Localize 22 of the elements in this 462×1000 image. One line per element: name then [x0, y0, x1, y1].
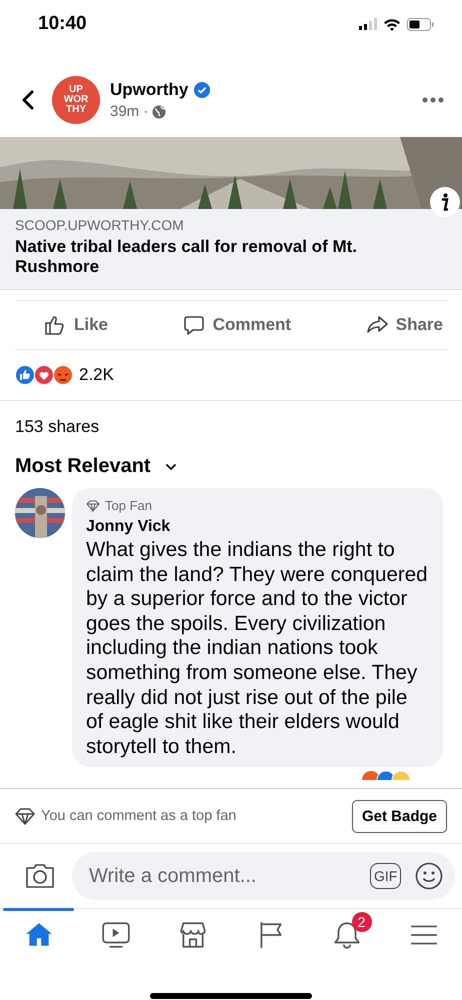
reaction-count[interactable]: 2.2K — [79, 365, 114, 385]
link-preview-card[interactable]: SCOOP.UPWORTHY.COM Native tribal leaders call for removal of Mt. Rushmore — [0, 209, 462, 290]
status-time: 10:40 — [38, 13, 87, 35]
separator-dot: · — [143, 103, 148, 120]
gif-button[interactable]: GIF — [370, 863, 402, 889]
like-button[interactable]: Like — [40, 310, 112, 340]
get-badge-button[interactable]: Get Badge — [352, 800, 447, 832]
sort-dropdown[interactable]: Most Relevant — [0, 455, 192, 478]
comment-text: What gives the indians the right to claim the land? They were conquered by a superior force and to the victor goes the spoils. Every civilization including the indian nations took something from someone else. They really did not just rise out of the pile of eagle shit like their elders would storytell to them. — [86, 538, 428, 760]
share-button[interactable]: Share — [362, 310, 447, 340]
top-fan-notice: You can comment as a top fan — [41, 808, 238, 824]
page-logo[interactable]: UP WOR THY — [52, 76, 100, 124]
notification-badge: 2 — [352, 912, 372, 932]
comment-author[interactable]: Jonny Vick — [86, 518, 429, 536]
link-domain: SCOOP.UPWORTHY.COM — [15, 217, 185, 233]
link-title: Native tribal leaders call for removal of Mt. Rushmore — [15, 237, 358, 277]
post-time[interactable]: 39m — [110, 103, 140, 120]
top-fan-label: Top Fan — [105, 498, 152, 513]
comment-field[interactable]: Write a comment... GIF — [72, 852, 456, 900]
page-name[interactable]: Upworthy — [110, 80, 188, 100]
comment-button[interactable]: Comment — [178, 310, 296, 340]
share-count[interactable]: 153 shares — [0, 401, 462, 437]
